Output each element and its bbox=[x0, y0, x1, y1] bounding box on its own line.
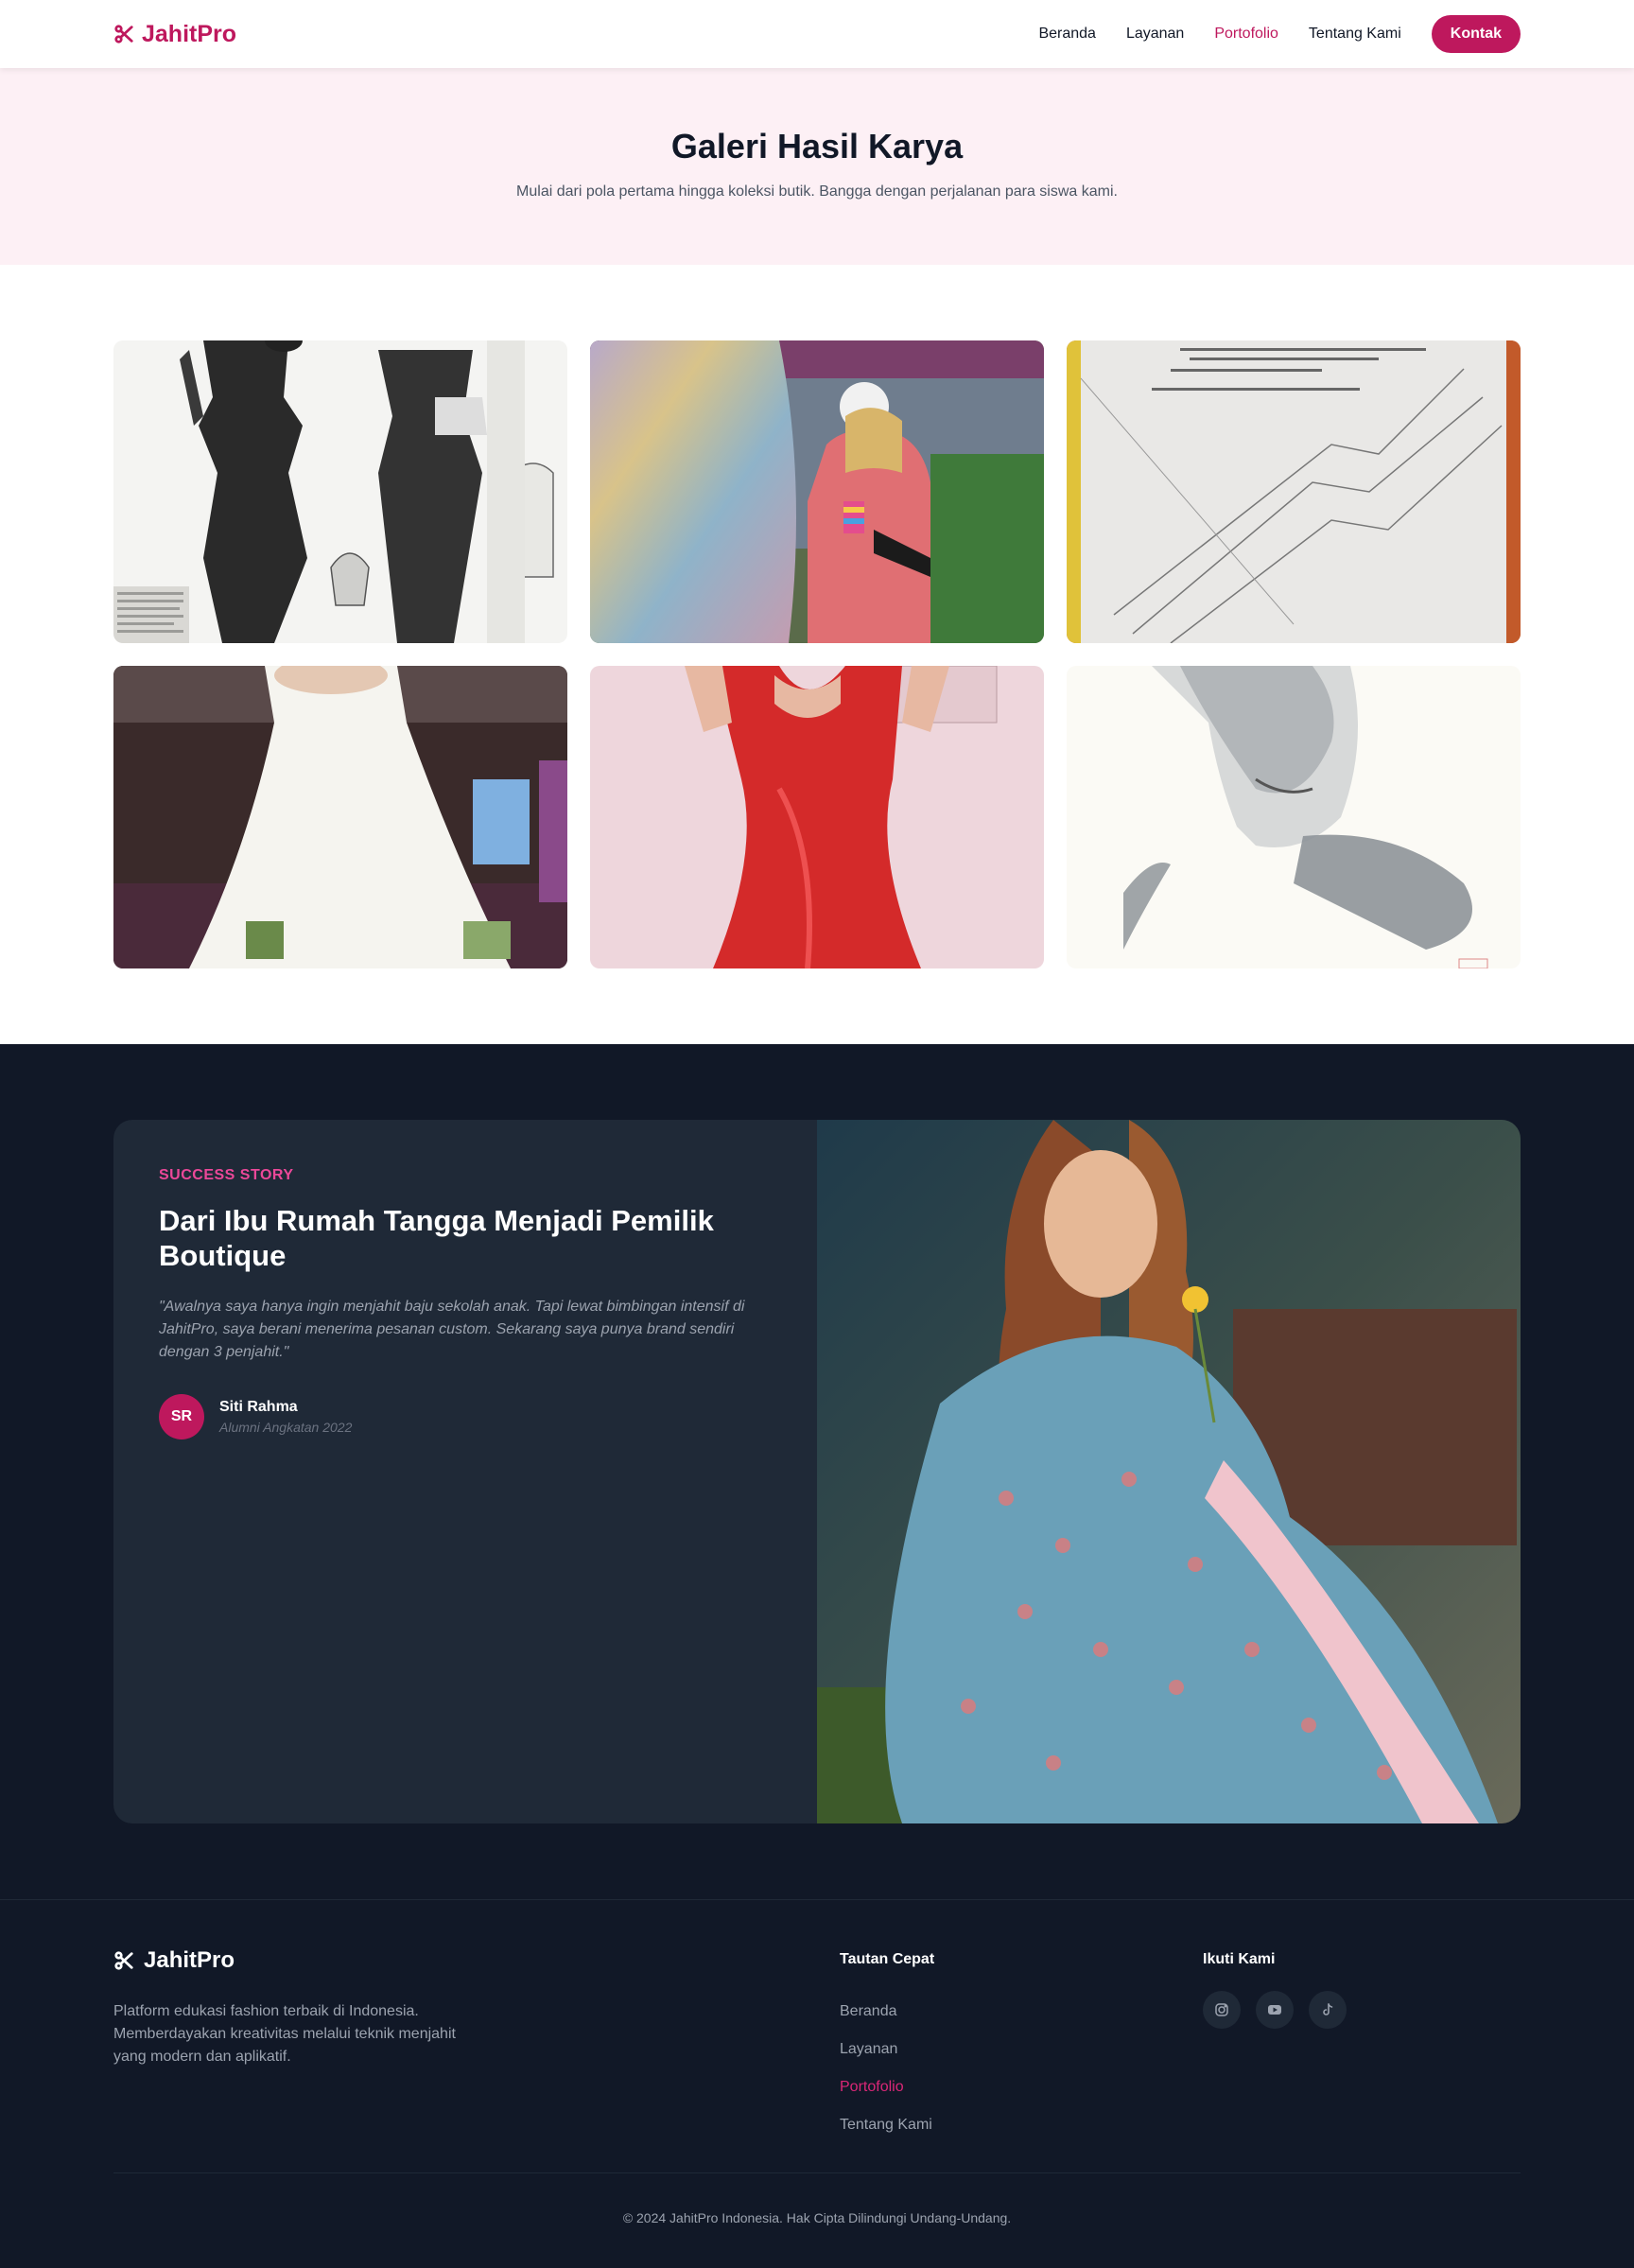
footer-link-beranda[interactable]: Beranda bbox=[840, 1993, 932, 2031]
site-header: JahitPro Beranda Layanan Portofolio Tent… bbox=[0, 0, 1634, 68]
nav-link-layanan[interactable]: Layanan bbox=[1126, 26, 1184, 43]
footer-description: Platform edukasi fashion terbaik di Indo… bbox=[113, 2003, 456, 2065]
logo-text: JahitPro bbox=[142, 20, 237, 47]
footer-link-layanan[interactable]: Layanan bbox=[840, 2031, 932, 2068]
footer-divider bbox=[113, 2172, 1521, 2173]
follow-title: Ikuti Kami bbox=[1203, 1951, 1276, 1967]
story-title: Dari Ibu Rumah Tangga Menjadi Pemilik Bo… bbox=[159, 1204, 714, 1272]
footer-link-portofolio[interactable]: Portofolio bbox=[840, 2068, 932, 2106]
success-story-card: SUCCESS STORY Dari Ibu Rumah Tangga Menj… bbox=[113, 1120, 1521, 1823]
gallery-item-wedding-gown[interactable] bbox=[113, 666, 567, 968]
success-story-section: SUCCESS STORY Dari Ibu Rumah Tangga Menj… bbox=[0, 1044, 1634, 1899]
footer-logo-text: JahitPro bbox=[144, 1947, 235, 1973]
gallery-hero: Galeri Hasil Karya Mulai dari pola perta… bbox=[0, 68, 1634, 265]
gallery-item-vintage-sketch[interactable] bbox=[113, 340, 567, 643]
gallery-item-sequin-fabric[interactable] bbox=[590, 340, 1044, 643]
watercolor-portrait-image bbox=[1067, 666, 1521, 968]
author-name: Siti Rahma bbox=[219, 1399, 298, 1415]
quick-links-title: Tautan Cepat bbox=[840, 1951, 935, 1967]
instagram-icon bbox=[1215, 2003, 1228, 2016]
woman-floral-dress-image bbox=[817, 1120, 1521, 1823]
main-nav: Beranda Layanan Portofolio Tentang Kami … bbox=[1008, 15, 1521, 53]
site-logo[interactable]: JahitPro bbox=[113, 19, 236, 49]
social-links bbox=[1203, 1991, 1347, 2029]
story-quote: "Awalnya saya hanya ingin menjahit baju … bbox=[159, 1299, 745, 1360]
tiktok-button[interactable] bbox=[1309, 1991, 1347, 2029]
instagram-button[interactable] bbox=[1203, 1991, 1241, 2029]
story-author: SR Siti Rahma Alumni Angkatan 2022 bbox=[159, 1394, 774, 1439]
scissors-icon bbox=[114, 1951, 133, 1970]
story-tag: SUCCESS STORY bbox=[159, 1167, 294, 1183]
footer-logo[interactable]: JahitPro bbox=[113, 1947, 235, 1974]
scissors-icon bbox=[114, 25, 133, 44]
page-subtitle: Mulai dari pola pertama hingga koleksi b… bbox=[516, 183, 1118, 200]
gallery-item-sewing-pattern[interactable] bbox=[1067, 340, 1521, 643]
author-subtitle: Alumni Angkatan 2022 bbox=[219, 1420, 353, 1435]
contact-button[interactable]: Kontak bbox=[1431, 15, 1521, 53]
nav-link-beranda[interactable]: Beranda bbox=[1038, 26, 1096, 43]
white-wedding-gown-image bbox=[113, 666, 567, 968]
youtube-icon bbox=[1268, 2005, 1281, 2015]
copyright: © 2024 JahitPro Indonesia. Hak Cipta Dil… bbox=[622, 2210, 1012, 2225]
vintage-fashion-sketch-image bbox=[113, 340, 567, 643]
story-content: SUCCESS STORY Dari Ibu Rumah Tangga Menj… bbox=[159, 1167, 774, 1439]
sequin-fabric-parade-image bbox=[590, 340, 1044, 643]
quick-links: Beranda Layanan Portofolio Tentang Kami bbox=[840, 1993, 932, 2144]
gallery-item-red-dress[interactable] bbox=[590, 666, 1044, 968]
page-title: Galeri Hasil Karya bbox=[670, 127, 964, 166]
gallery-item-watercolor-portrait[interactable] bbox=[1067, 666, 1521, 968]
gallery-grid bbox=[113, 340, 1521, 968]
sewing-pattern-paper-image bbox=[1067, 340, 1521, 643]
nav-link-portofolio[interactable]: Portofolio bbox=[1214, 26, 1278, 43]
story-photo bbox=[817, 1120, 1521, 1823]
tiktok-icon bbox=[1323, 2003, 1333, 2015]
youtube-button[interactable] bbox=[1256, 1991, 1294, 2029]
avatar: SR bbox=[159, 1394, 204, 1439]
footer-link-tentang-kami[interactable]: Tentang Kami bbox=[840, 2106, 932, 2144]
nav-link-tentang-kami[interactable]: Tentang Kami bbox=[1309, 26, 1401, 43]
red-satin-dress-image bbox=[590, 666, 1044, 968]
site-footer: JahitPro Platform edukasi fashion terbai… bbox=[0, 1899, 1634, 2268]
